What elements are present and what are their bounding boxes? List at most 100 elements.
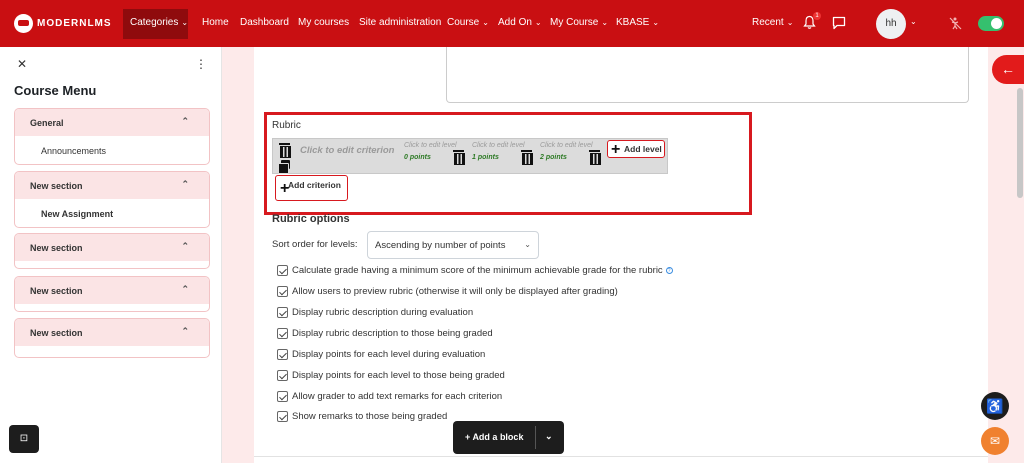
chevron-down-icon: ⌄ (786, 18, 794, 27)
close-icon[interactable]: ✕ (17, 57, 27, 71)
option-checkbox[interactable]: Display points for each level during eva… (277, 347, 485, 361)
checkbox[interactable] (277, 306, 288, 318)
divider (535, 426, 536, 449)
nav-kbase[interactable]: KBASE ⌄ (616, 17, 659, 28)
section-item-announcements[interactable]: Announcements (15, 136, 209, 164)
rubric-level[interactable]: Click to edit level 2 points (537, 139, 605, 173)
rubric-level[interactable]: Click to edit level 1 points (469, 139, 537, 173)
chevron-down-icon: ⌄ (482, 18, 489, 27)
criterion-description[interactable]: Click to edit criterion (300, 145, 395, 156)
top-navbar: MODERNLMS Categories ⌄ Home Dashboard My … (0, 0, 1024, 47)
chevron-up-icon[interactable]: ⌃ (181, 116, 189, 127)
plus-icon: + (611, 141, 621, 158)
option-checkbox[interactable]: Display rubric description to those bein… (277, 326, 493, 340)
rubric-options-heading: Rubric options (272, 213, 350, 225)
accessibility-icon[interactable]: ♿ (981, 392, 1009, 420)
chevron-down-icon: ⌄ (601, 18, 609, 27)
checkbox[interactable] (277, 348, 288, 360)
level-description[interactable]: Click to edit level (540, 142, 593, 149)
open-drawer-icon[interactable]: ⊡ (9, 425, 39, 453)
checkbox[interactable] (277, 390, 288, 402)
rubric-label: Rubric (272, 120, 301, 131)
course-index-drawer: ✕ ⋮ Course Menu General ⌃ Announcements … (0, 47, 222, 463)
chevron-up-icon[interactable]: ⌃ (181, 179, 189, 190)
user-avatar[interactable]: hh (876, 9, 906, 39)
nav-recent[interactable]: Recent ⌄ (752, 17, 793, 28)
course-section: New section ⌃ (14, 276, 210, 312)
level-points[interactable]: 0 points (404, 154, 431, 161)
checkbox[interactable] (277, 369, 288, 381)
add-block-button[interactable]: + Add a block ⌄ (453, 421, 564, 454)
level-points[interactable]: 1 points (472, 154, 499, 161)
accessibility-off-icon[interactable] (948, 16, 963, 31)
section-item-new-assignment[interactable]: New Assignment (15, 199, 209, 227)
delete-criterion-icon[interactable] (279, 143, 291, 158)
delete-level-icon[interactable] (453, 150, 465, 165)
scrollbar[interactable] (1017, 88, 1023, 198)
sort-order-select[interactable]: Ascending by number of points ⌄ (367, 231, 539, 259)
plus-icon: + (280, 180, 290, 197)
notification-badge: 1 (813, 12, 821, 20)
nav-home[interactable]: Home (202, 17, 229, 28)
help-icon[interactable]: ? (665, 266, 673, 274)
section-header[interactable]: New section ⌃ (15, 319, 209, 346)
checkbox[interactable] (277, 327, 288, 339)
nav-course[interactable]: Course ⌄ (447, 17, 489, 28)
chevron-up-icon[interactable]: ⌃ (181, 326, 189, 337)
nav-my-courses[interactable]: My courses (298, 17, 349, 28)
chat-support-icon[interactable]: ✉ (981, 427, 1009, 455)
checkbox[interactable] (277, 410, 288, 422)
arrow-left-icon[interactable]: ← (992, 55, 1024, 84)
chevron-down-icon: ⌄ (181, 18, 189, 27)
kebab-menu-icon[interactable]: ⋮ (195, 57, 207, 71)
nav-site-administration[interactable]: Site administration (359, 17, 441, 28)
chevron-up-icon[interactable]: ⌃ (181, 284, 189, 295)
page-margin-left (222, 47, 254, 463)
option-checkbox[interactable]: Allow users to preview rubric (otherwise… (277, 284, 618, 298)
nav-categories[interactable]: Categories ⌄ (130, 17, 188, 28)
add-level-button[interactable]: + Add level (607, 140, 665, 158)
level-points[interactable]: 2 points (540, 154, 567, 161)
chevron-down-icon: ⌄ (652, 18, 660, 27)
add-criterion-button[interactable]: + Add criterion (275, 175, 348, 201)
nav-dashboard[interactable]: Dashboard (240, 17, 289, 28)
chevron-down-icon: ⌄ (534, 18, 542, 27)
chevron-down-icon: ⌄ (524, 240, 531, 249)
checkbox[interactable] (277, 285, 288, 297)
site-logo[interactable]: MODERNLMS (14, 14, 112, 33)
divider (254, 456, 988, 457)
criterion-row: Click to edit criterion Click to edit le… (272, 138, 668, 174)
message-icon[interactable] (832, 16, 846, 30)
option-checkbox[interactable]: Display rubric description during evalua… (277, 305, 473, 319)
chevron-down-icon[interactable]: ⌄ (545, 431, 553, 442)
section-header[interactable]: General ⌃ (15, 109, 209, 136)
course-section: General ⌃ Announcements (14, 108, 210, 165)
duplicate-criterion-icon[interactable] (278, 160, 291, 174)
option-checkbox[interactable]: Display points for each level to those b… (277, 368, 505, 382)
delete-level-icon[interactable] (521, 150, 533, 165)
section-header[interactable]: New section ⌃ (15, 172, 209, 199)
section-header[interactable]: New section ⌃ (15, 277, 209, 304)
option-checkbox[interactable]: Calculate grade having a minimum score o… (277, 263, 673, 277)
nav-add-on[interactable]: Add On ⌄ (498, 17, 542, 28)
course-section: New section ⌃ New Assignment (14, 171, 210, 228)
chevron-down-icon[interactable]: ⌄ (910, 17, 917, 26)
course-section: New section ⌃ (14, 318, 210, 358)
nav-my-course[interactable]: My Course ⌄ (550, 17, 608, 28)
level-description[interactable]: Click to edit level (472, 142, 525, 149)
checkbox[interactable] (277, 264, 288, 276)
edit-mode-toggle[interactable] (978, 16, 1004, 31)
course-menu-title: Course Menu (14, 83, 97, 98)
chevron-up-icon[interactable]: ⌃ (181, 241, 189, 252)
sort-order-label: Sort order for levels: (272, 239, 358, 250)
option-checkbox[interactable]: Allow grader to add text remarks for eac… (277, 389, 502, 403)
logo-icon (14, 14, 33, 33)
option-checkbox[interactable]: Show remarks to those being graded (277, 409, 447, 423)
course-section: New section ⌃ (14, 233, 210, 269)
description-textarea[interactable] (446, 47, 969, 103)
rubric-level[interactable]: Click to edit level 0 points (401, 139, 469, 173)
delete-level-icon[interactable] (589, 150, 601, 165)
level-description[interactable]: Click to edit level (404, 142, 457, 149)
section-header[interactable]: New section ⌃ (15, 234, 209, 261)
logo-text: MODERNLMS (37, 18, 112, 29)
